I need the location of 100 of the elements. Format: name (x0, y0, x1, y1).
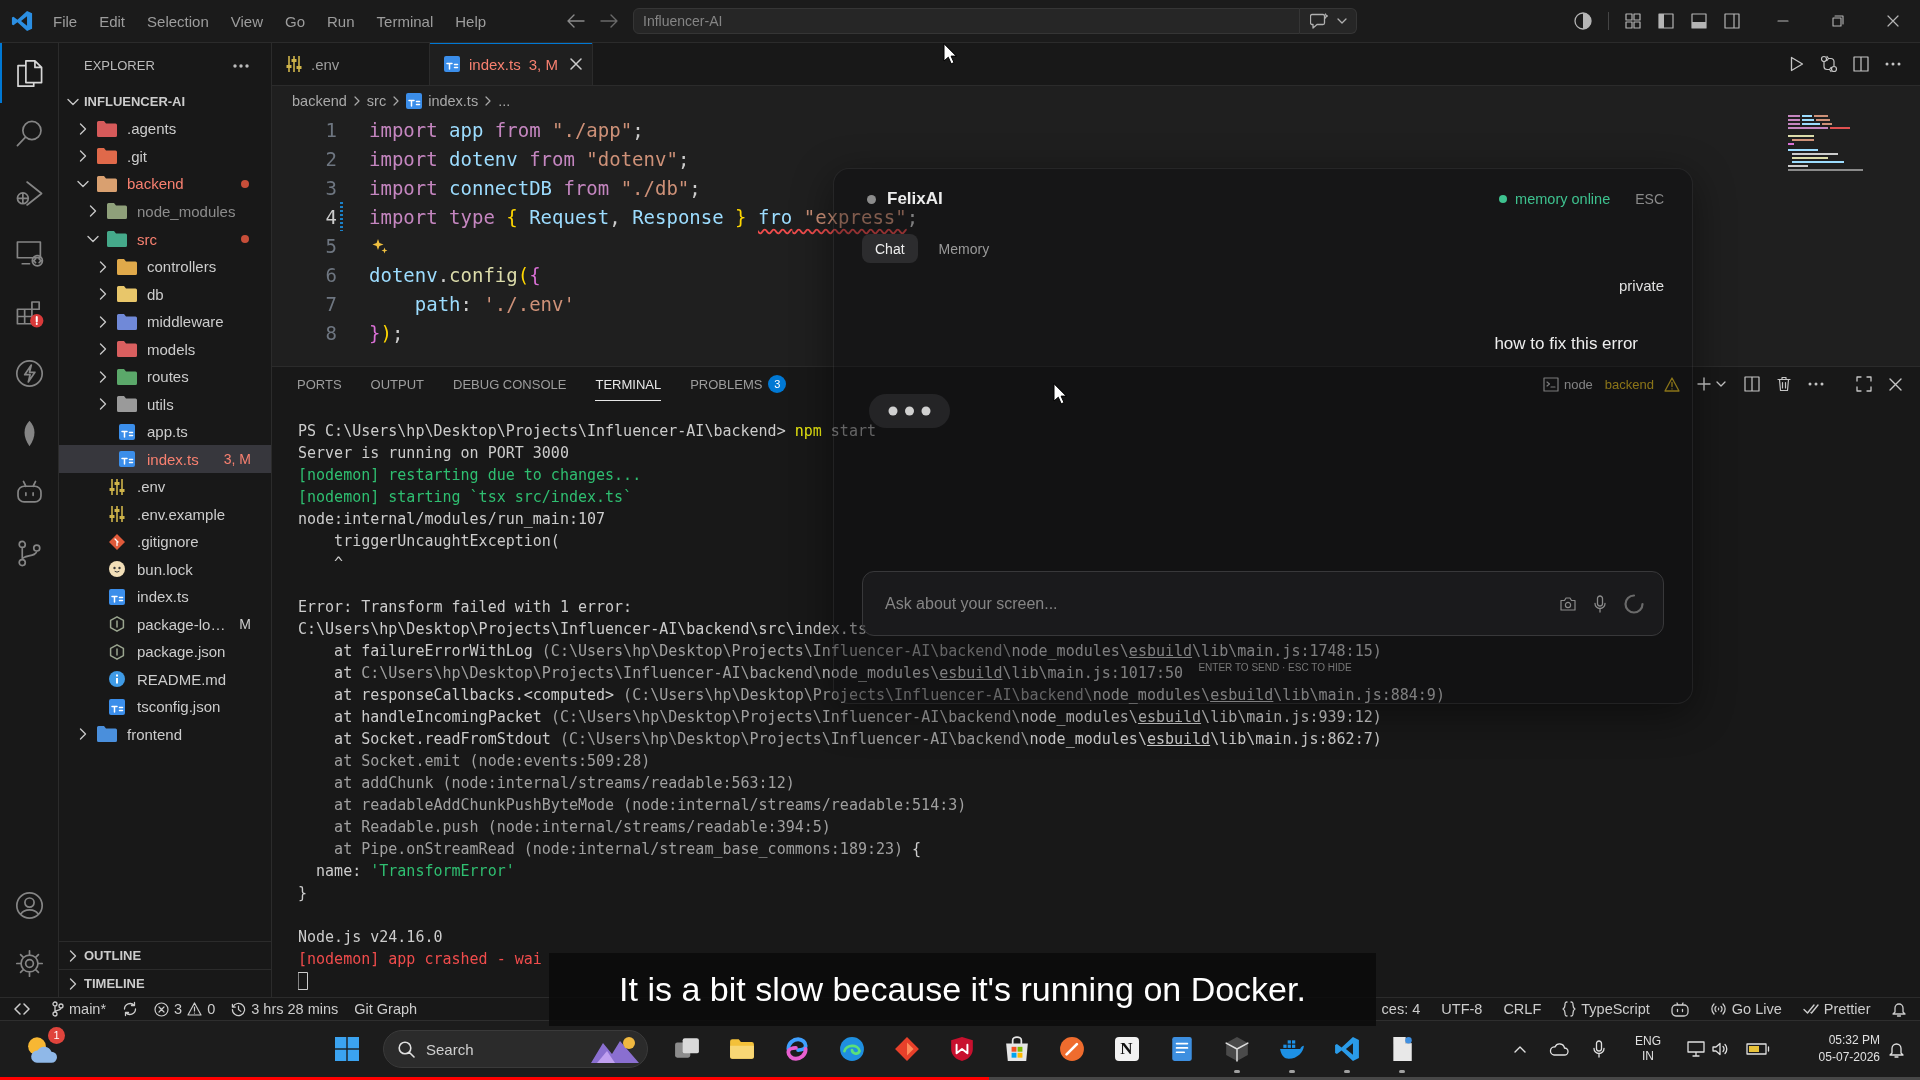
folder-item[interactable]: .agents (59, 115, 271, 143)
chat-menu-button[interactable] (1300, 8, 1357, 34)
status-item[interactable]: ces: 4 (1377, 998, 1431, 1020)
panel-tab[interactable]: OUTPUT (370, 367, 424, 401)
panel-tab[interactable]: PROBLEMS 3 (690, 367, 787, 401)
folder-item[interactable]: db (59, 280, 271, 308)
minimize-icon[interactable] (1776, 20, 1789, 22)
windows-logo-icon[interactable] (335, 1037, 359, 1061)
command-center[interactable]: Influencer-AI (633, 8, 1300, 34)
tree-item[interactable]: index.ts (59, 582, 271, 611)
run-icon[interactable] (1790, 56, 1804, 72)
folder-item[interactable]: middleware (59, 307, 271, 336)
layout-grid-icon[interactable] (1624, 13, 1641, 29)
menu-item[interactable]: Selection (136, 8, 220, 34)
folder-item[interactable]: node_modules (59, 197, 271, 226)
shield-icon[interactable] (948, 1036, 975, 1062)
slash-circle-icon[interactable] (1058, 1036, 1085, 1062)
menu-item[interactable]: View (219, 8, 274, 34)
folder-item[interactable]: utils (59, 390, 271, 418)
split-terminal-icon[interactable] (1744, 376, 1760, 392)
go-live-button[interactable]: Go Live (1699, 998, 1793, 1020)
folder-item[interactable]: routes (59, 362, 271, 391)
search-field[interactable]: Search (383, 1030, 648, 1068)
menu-item[interactable]: Run (316, 8, 366, 34)
back-arrow-icon[interactable] (567, 14, 585, 28)
panel-tab[interactable]: DEBUG CONSOLE (453, 367, 567, 401)
swirl-icon[interactable] (783, 1036, 810, 1062)
tree-item[interactable]: index.ts 3, M (59, 445, 271, 473)
tree-item[interactable]: app.ts (59, 417, 271, 446)
video-progress-track[interactable] (0, 1077, 1920, 1080)
status-item[interactable]: UTF-8 (1430, 998, 1493, 1020)
swoosh-icon[interactable] (838, 1036, 865, 1062)
session-timer-button[interactable]: 3 hrs 28 mins (223, 998, 347, 1020)
folder-item[interactable]: backend (59, 170, 271, 198)
swap-circles-icon[interactable] (1820, 55, 1838, 73)
restore-icon[interactable] (1831, 15, 1844, 27)
add-icon[interactable] (1697, 377, 1711, 391)
breadcrumb-item[interactable]: index.ts (406, 92, 479, 109)
speaker-icon[interactable] (1712, 1042, 1728, 1056)
language-button[interactable]: TypeScript (1551, 998, 1661, 1020)
tree-item[interactable]: README.md (59, 665, 271, 693)
tree-item[interactable]: tsconfig.json (59, 693, 271, 721)
cube-icon[interactable] (1223, 1036, 1250, 1062)
folder-item[interactable]: controllers (59, 252, 271, 281)
folder-item[interactable]: models (59, 335, 271, 363)
camera-icon[interactable] (1560, 596, 1576, 611)
right-sidebar-icon[interactable] (1723, 13, 1740, 29)
problems-button[interactable]: 3 0 (146, 998, 224, 1020)
menu-item[interactable]: Terminal (365, 8, 445, 34)
input-language[interactable]: ENG IN (1626, 1021, 1670, 1077)
clock[interactable]: 05:32 PM 05-07-2026 (1806, 1021, 1882, 1077)
ribbon-icon[interactable] (1333, 1036, 1360, 1062)
panel-tab[interactable]: PORTS (297, 367, 342, 401)
section-header[interactable]: OUTLINE (59, 941, 271, 969)
panel-tab[interactable]: TERMINAL (595, 367, 662, 401)
branch-button[interactable]: main* (44, 998, 115, 1020)
tree-item[interactable]: package.json (59, 638, 271, 666)
trash-icon[interactable] (1777, 376, 1791, 392)
cloud-icon[interactable] (1549, 1042, 1569, 1056)
assistant-tab[interactable]: Memory (925, 234, 1003, 263)
more-icon[interactable] (233, 63, 249, 68)
tree-item[interactable]: bun.lock (59, 555, 271, 583)
breadcrumb-item[interactable]: backend (292, 92, 347, 109)
tree-item[interactable]: package-lo… M (59, 610, 271, 638)
status-item[interactable]: Git Graph (346, 998, 426, 1020)
prettier-button[interactable]: Prettier (1792, 998, 1881, 1020)
folder-item[interactable]: src (59, 225, 271, 253)
shopping-bag-icon[interactable] (1003, 1036, 1030, 1062)
menu-item[interactable]: File (42, 8, 89, 34)
letter-tile-icon[interactable]: N (1114, 1037, 1139, 1061)
more-icon[interactable] (1885, 62, 1901, 66)
tree-item[interactable]: .env (59, 472, 271, 501)
folder-icon[interactable] (728, 1036, 755, 1062)
close-icon[interactable] (1886, 15, 1899, 27)
split-editor-icon[interactable] (1853, 56, 1869, 72)
half-circle-icon[interactable] (1574, 12, 1592, 30)
app-logo-icon[interactable] (11, 10, 33, 32)
battery-icon[interactable] (1746, 1043, 1770, 1055)
tree-item[interactable]: .gitignore (59, 527, 271, 556)
menu-item[interactable]: Go (274, 8, 316, 34)
maximize-icon[interactable] (1856, 376, 1872, 392)
breadcrumb-item[interactable]: ... (498, 92, 511, 109)
close-icon[interactable] (569, 58, 582, 70)
chevron-up-icon[interactable] (1514, 1045, 1526, 1053)
folder-item[interactable]: .git (59, 142, 271, 171)
tree-item[interactable]: .env.example (59, 500, 271, 528)
assistant-tab[interactable]: Chat (862, 234, 918, 263)
status-item[interactable]: CRLF (1492, 998, 1552, 1020)
close-icon[interactable] (1889, 377, 1902, 391)
forward-arrow-icon[interactable] (600, 14, 618, 28)
menu-item[interactable]: Edit (88, 8, 137, 34)
project-root[interactable]: INFLUENCER-AI (59, 88, 271, 116)
breadcrumb-item[interactable]: src (366, 92, 387, 109)
bottom-panel-icon[interactable] (1690, 13, 1707, 29)
chevron-down-icon[interactable] (1716, 381, 1726, 387)
left-sidebar-icon[interactable] (1657, 13, 1674, 29)
diamond-icon[interactable] (893, 1036, 920, 1062)
folder-item[interactable]: frontend (59, 720, 271, 749)
editor-tab[interactable]: index.ts 3, M (430, 43, 593, 85)
bell-icon[interactable] (1888, 1040, 1904, 1058)
